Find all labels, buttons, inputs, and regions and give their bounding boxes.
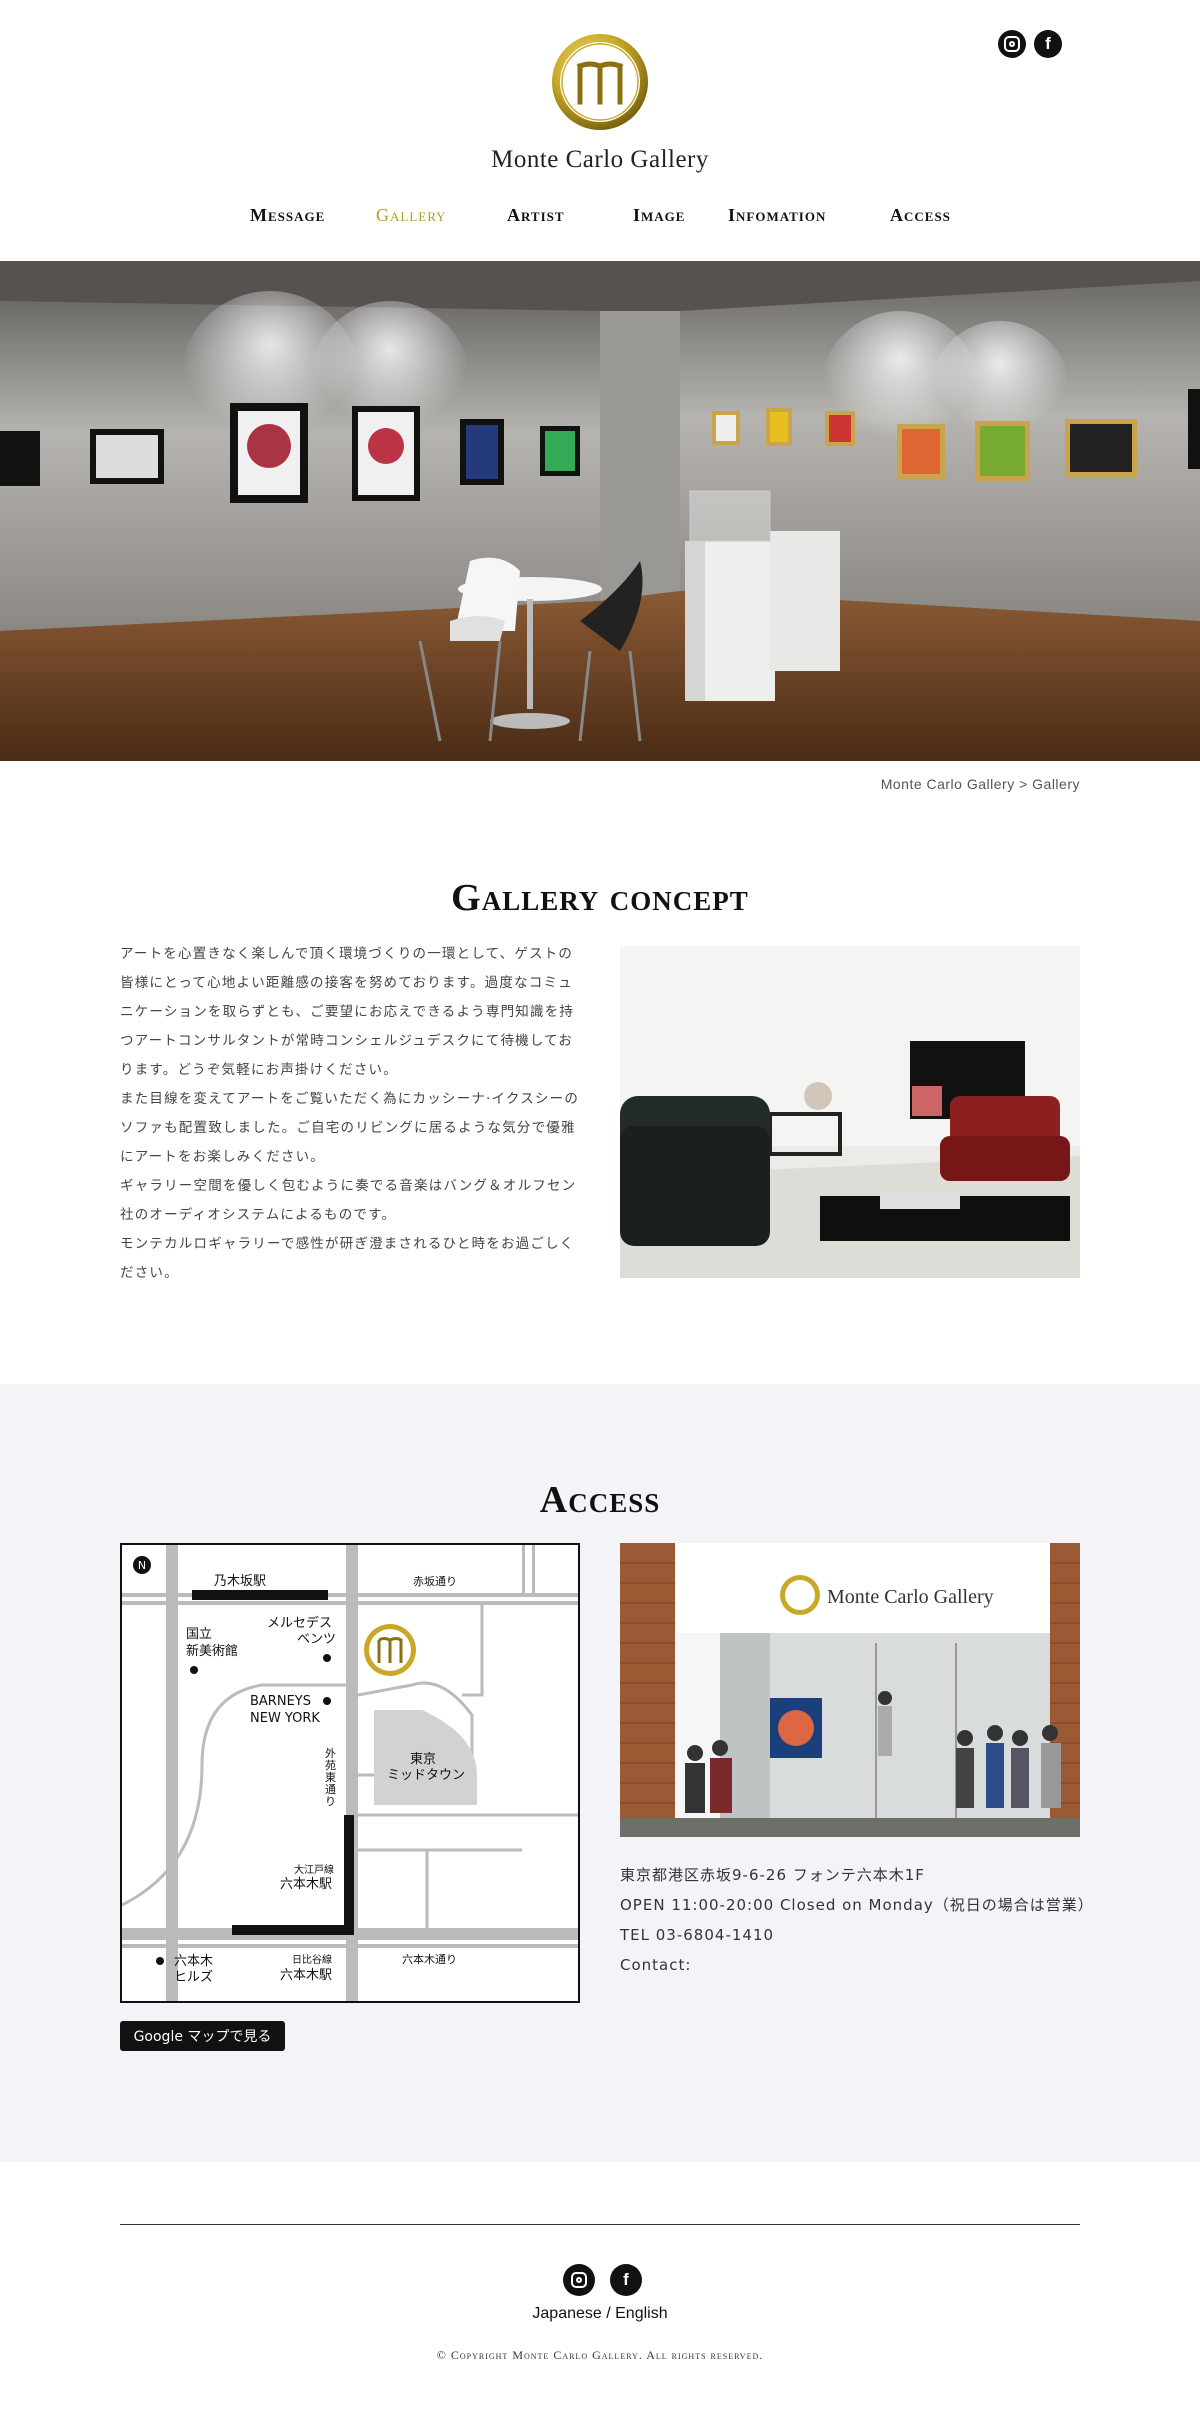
- map-label-hibiya-line: 日比谷線: [292, 1953, 332, 1966]
- map-label-roppongi-dori: 六本木通り: [402, 1952, 457, 1966]
- map-label-mercedes: メルセデスベンツ: [267, 1615, 336, 1647]
- map-label-roppongi-hills: 六本木ヒルズ: [174, 1954, 213, 1985]
- map-label-art-center: 国立新美術館: [186, 1627, 238, 1659]
- map-label-barneys: BARNEYS NEW YORK: [250, 1694, 320, 1726]
- concept-paragraph: モンテカルロギャラリーで感性が研ぎ澄まされるひと時をお過ごしください。: [120, 1236, 575, 1281]
- map-label-gaien: 外苑東通り: [325, 1747, 336, 1808]
- map-north-label: N: [138, 1559, 146, 1572]
- nav-artist[interactable]: Artist: [507, 205, 565, 226]
- concept-paragraph: ギャラリー空間を優しく包むように奏でる音楽はバング＆オルフセン社のオーディオシス…: [120, 1178, 577, 1223]
- nav-gallery[interactable]: Gallery: [376, 205, 447, 226]
- nav-image[interactable]: Image: [633, 205, 685, 226]
- concept-paragraph: アートを心置きなく楽しんで頂く環境づくりの一環として、ゲストの皆様にとって心地よ…: [120, 946, 575, 1078]
- storefront-photo: Monte Carlo Gallery: [620, 1543, 1080, 1837]
- site-header: Monte Carlo Gallery f Message Gallery Ar…: [0, 0, 1200, 260]
- concept-text: アートを心置きなく楽しんで頂く環境づくりの一環として、ゲストの皆様にとって心地よ…: [120, 940, 580, 1288]
- instagram-icon[interactable]: [563, 2264, 595, 2296]
- footer-divider: [120, 2224, 1080, 2225]
- main-nav: Message Gallery Artist Image Infomation …: [0, 205, 1200, 235]
- map-label-akasaka-dori: 赤坂通り: [413, 1575, 457, 1588]
- footer-social-links: f: [563, 2264, 642, 2296]
- map-gallery-marker-icon: [364, 1624, 416, 1676]
- map-label-oedo-line: 大江戸線: [294, 1863, 334, 1876]
- nav-access[interactable]: Access: [890, 205, 951, 226]
- map-label-roppongi-oedo: 六本木駅: [280, 1877, 332, 1892]
- contact-text[interactable]: Contact:: [620, 1950, 1100, 1980]
- concept-lounge-photo: [620, 946, 1080, 1278]
- nav-message[interactable]: Message: [250, 205, 325, 226]
- access-map[interactable]: N 乃木坂駅 赤坂通り 国立新美術館 メルセデスベンツ BARNEYS NEW Y…: [120, 1543, 580, 2003]
- tel-text[interactable]: TEL 03-6804-1410: [620, 1920, 1100, 1950]
- access-info: 東京都港区赤坂9-6-26 フォンテ六本木1F OPEN 11:00-20:00…: [620, 1860, 1100, 1980]
- logo-wordmark[interactable]: Monte Carlo Gallery: [450, 146, 750, 174]
- hours-text: OPEN 11:00-20:00 Closed on Monday（祝日の場合は…: [620, 1896, 1094, 1914]
- storefront-sign: Monte Carlo Gallery: [827, 1586, 994, 1608]
- language-switch[interactable]: Japanese / English: [0, 2305, 1200, 2323]
- map-label-nogizaka: 乃木坂駅: [214, 1574, 266, 1589]
- map-label-roppongi-hibiya: 六本木駅: [280, 1968, 332, 1983]
- facebook-icon[interactable]: f: [1034, 30, 1062, 58]
- facebook-icon[interactable]: f: [610, 2264, 642, 2296]
- nav-infomation[interactable]: Infomation: [728, 205, 826, 226]
- concept-title: Gallery concept: [451, 877, 749, 919]
- access-title: Access: [539, 1479, 661, 1521]
- concept-paragraph: また目線を変えてアートをご覧いただく為にカッシーナ·イクスシーのソファも配置致し…: [120, 1091, 580, 1165]
- google-maps-button[interactable]: Google マップで見る: [120, 2021, 285, 2051]
- hero-gallery-photo: [0, 261, 1200, 761]
- logo-emblem[interactable]: [550, 32, 650, 132]
- copyright: © Copyright Monte Carlo Gallery. All rig…: [436, 2348, 764, 2362]
- breadcrumb[interactable]: Monte Carlo Gallery > Gallery: [881, 776, 1080, 792]
- instagram-icon[interactable]: [998, 30, 1026, 58]
- header-social-links: f: [998, 30, 1062, 58]
- address-text: 東京都港区赤坂9-6-26 フォンテ六本木1F: [620, 1866, 925, 1884]
